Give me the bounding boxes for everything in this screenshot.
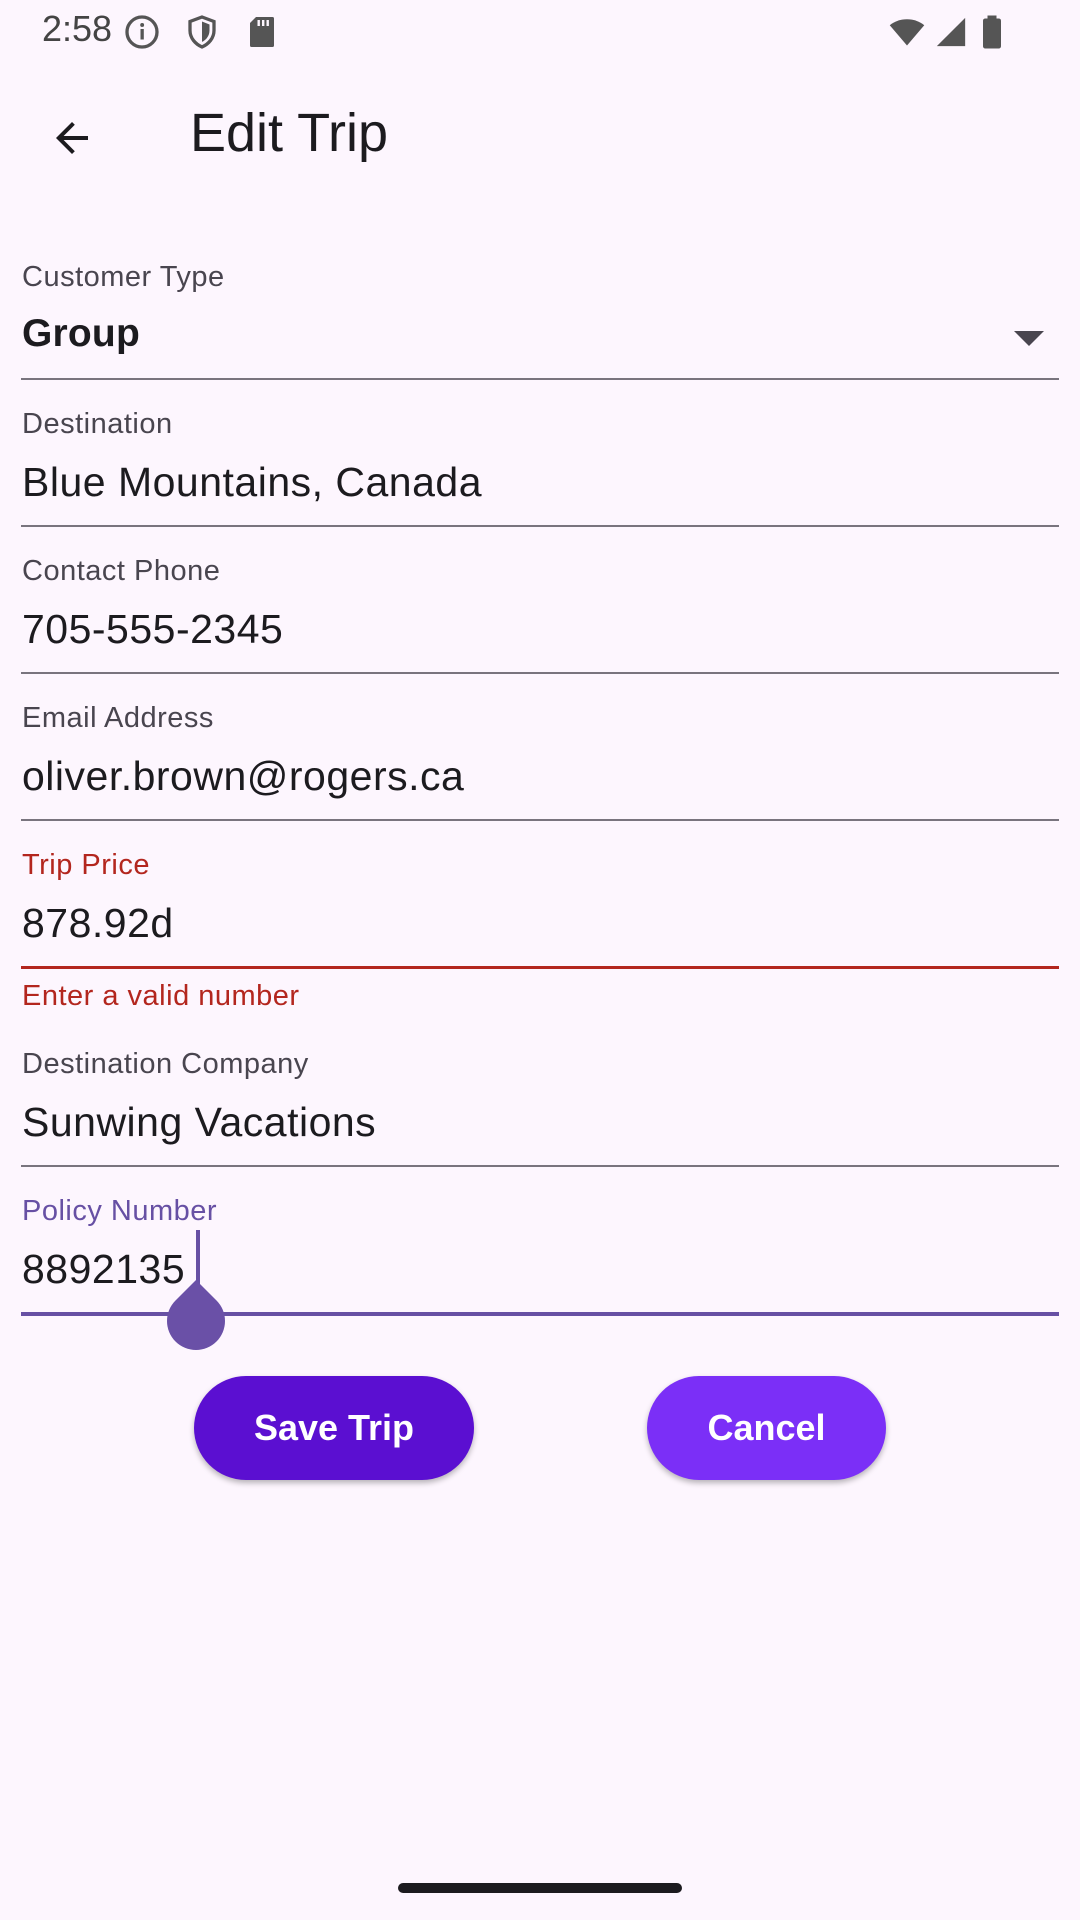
app-bar: Edit Trip (0, 84, 1080, 188)
back-button[interactable] (36, 104, 108, 176)
trip-price-value: 878.92d (22, 900, 174, 946)
policy-number-value: 8892135 (22, 1246, 186, 1292)
status-bar: 2:58 (0, 0, 1080, 64)
destination-company-value: Sunwing Vacations (22, 1099, 377, 1145)
save-trip-button[interactable]: Save Trip (194, 1376, 474, 1480)
signal-icon (934, 14, 970, 50)
destination-company-field[interactable]: Destination Company Sunwing Vacations (21, 1018, 1059, 1167)
page-title: Edit Trip (190, 103, 389, 163)
arrow-back-icon (48, 114, 96, 167)
destination-field[interactable]: Destination Blue Mountains, Canada (21, 378, 1059, 527)
customer-type-label: Customer Type (22, 261, 225, 293)
trip-price-label: Trip Price (22, 849, 150, 881)
battery-icon (978, 14, 1014, 50)
info-icon (124, 14, 160, 50)
status-time: 2:58 (42, 8, 113, 49)
trip-price-field[interactable]: Trip Price 878.92d (21, 819, 1059, 969)
dropdown-arrow-icon (1014, 331, 1044, 346)
destination-label: Destination (22, 408, 173, 440)
home-indicator[interactable] (398, 1883, 682, 1893)
trip-price-error: Enter a valid number (22, 980, 300, 1012)
shield-icon (184, 14, 220, 50)
email-value: oliver.brown@rogers.ca (22, 753, 465, 799)
customer-type-dropdown[interactable]: Customer Type Group (21, 231, 1059, 380)
contact-phone-value: 705-555-2345 (22, 606, 284, 652)
policy-number-label: Policy Number (22, 1195, 218, 1227)
customer-type-value: Group (22, 312, 140, 355)
wifi-icon (888, 14, 925, 50)
contact-phone-label: Contact Phone (22, 555, 221, 587)
email-label: Email Address (22, 702, 214, 734)
cancel-button[interactable]: Cancel (647, 1376, 886, 1480)
email-field[interactable]: Email Address oliver.brown@rogers.ca (21, 672, 1059, 821)
contact-phone-field[interactable]: Contact Phone 705-555-2345 (21, 525, 1059, 674)
sd-card-icon (244, 14, 280, 50)
policy-number-field[interactable]: Policy Number 8892135 (21, 1165, 1059, 1316)
destination-value: Blue Mountains, Canada (22, 459, 483, 505)
destination-company-label: Destination Company (22, 1048, 309, 1080)
